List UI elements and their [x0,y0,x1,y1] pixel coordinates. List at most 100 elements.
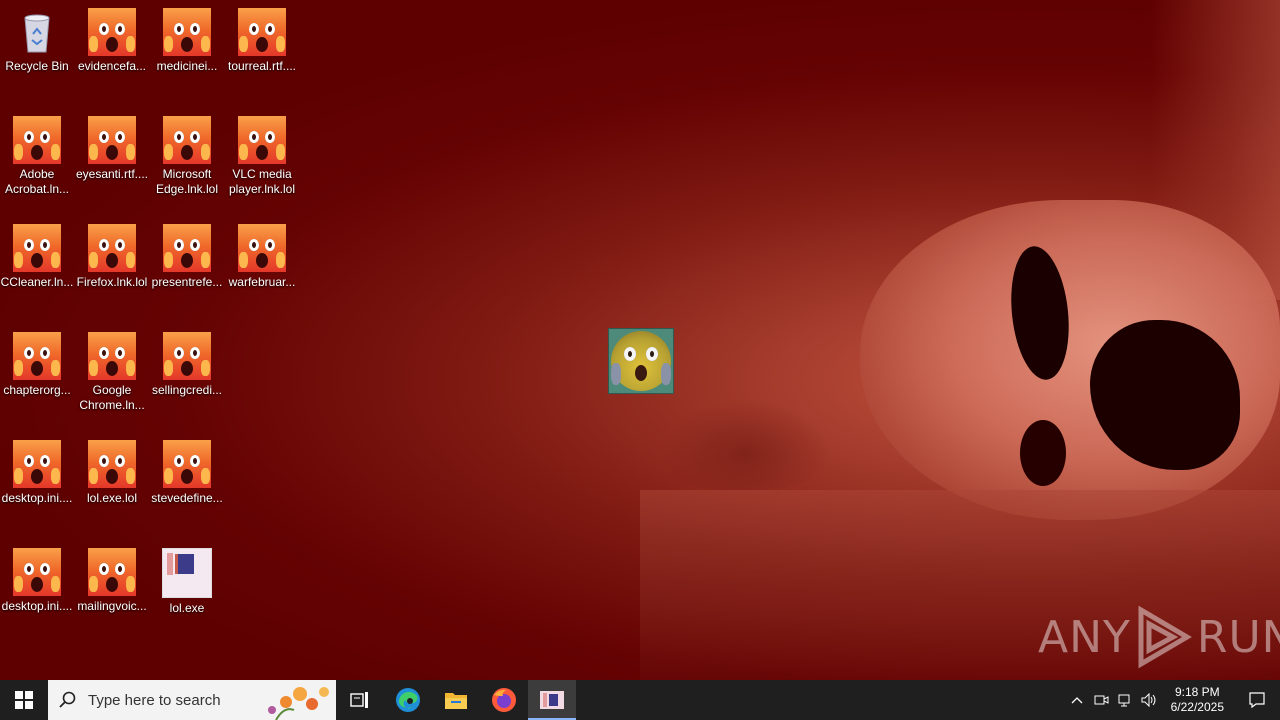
firefox-icon [492,688,516,712]
screaming-face-icon [163,440,211,488]
taskbar-app-edge[interactable] [384,680,432,720]
desktop-icon-label: VLC media player.lnk.lol [228,167,296,196]
watermark-right-text: RUN [1196,611,1280,663]
screaming-face-icon [238,224,286,272]
search-placeholder: Type here to search [88,691,221,709]
desktop-icon-file[interactable]: Firefox.lnk.lol [75,218,149,290]
play-triangle-icon [1138,606,1192,668]
desktop-icon-label: chapterorg... [3,383,71,397]
screaming-face-icon [13,440,61,488]
action-center-button[interactable] [1234,680,1280,720]
screaming-face-icon [13,224,61,272]
desktop-icon-label: lol.exe.lol [86,491,138,505]
screaming-face-icon [163,116,211,164]
screaming-face-icon [163,8,211,56]
taskbar-app-file-explorer[interactable] [432,680,480,720]
taskbar-app-lol-exe[interactable] [528,680,576,720]
desktop-icon-label: mailingvoic... [77,599,147,613]
wallpaper-hand [660,400,830,490]
desktop-icon-file[interactable]: Adobe Acrobat.ln... [0,110,74,197]
file-explorer-icon [445,693,467,709]
screaming-face-icon [88,332,136,380]
wallpaper-eye [1020,420,1066,486]
floating-screaming-face-window[interactable] [608,328,674,394]
tray-volume[interactable] [1137,680,1161,720]
tray-network[interactable] [1113,680,1137,720]
desktop-icon-label: tourreal.rtf.... [227,59,297,73]
desktop-icon-file[interactable]: stevedefine... [150,434,224,506]
desktop-icon-label: sellingcredi... [151,383,223,397]
screaming-face-icon [88,8,136,56]
start-button[interactable] [0,680,48,720]
desktop-icon-file[interactable]: Microsoft Edge.lnk.lol [150,110,224,197]
screaming-face-icon [238,116,286,164]
taskbar-search-box[interactable]: Type here to search [48,680,336,720]
screaming-face-icon [88,548,136,596]
clock-date: 6/22/2025 [1170,700,1224,714]
exe-application-icon [162,548,212,598]
anyrun-watermark: ANY RUN [1038,606,1280,668]
taskbar: Type here to search 9:18 PM 6/22/2025 [0,680,1280,720]
edge-icon [396,688,420,712]
desktop-icon-file[interactable]: presentrefe... [150,218,224,290]
task-view-icon [350,692,368,708]
chevron-up-icon [1071,697,1083,704]
screaming-face-icon [88,224,136,272]
screaming-face-icon [163,332,211,380]
show-hidden-icons-button[interactable] [1065,680,1089,720]
screaming-face-icon [13,332,61,380]
desktop-icon-file[interactable]: chapterorg... [0,326,74,398]
network-icon [1118,694,1130,707]
desktop-icon-file[interactable]: lol.exe.lol [75,434,149,506]
screaming-face-icon [88,116,136,164]
desktop-icon-recycle-bin[interactable]: Recycle Bin [0,2,74,74]
desktop-icon-label: Firefox.lnk.lol [76,275,148,289]
desktop-icon-label: Microsoft Edge.lnk.lol [155,167,219,196]
desktop-icon-label: presentrefe... [151,275,223,289]
desktop-icon-label: Recycle Bin [5,59,69,73]
task-view-button[interactable] [336,680,384,720]
desktop-icon-file[interactable]: desktop.ini.... [0,542,74,614]
watermark-left-text: ANY [1038,611,1131,663]
desktop-icon-label: desktop.ini.... [1,491,73,505]
desktop-icon-label: lol.exe [169,601,205,615]
desktop-icon-file[interactable]: medicinei... [150,2,224,74]
desktop-icon-label: warfebruar... [228,275,296,289]
desktop-icon-label: evidencefa... [77,59,147,73]
search-highlight-flowers-icon [268,687,329,720]
screaming-face-icon [163,224,211,272]
desktop-icon-label: eyesanti.rtf.... [75,167,149,181]
desktop-icon-file[interactable]: mailingvoic... [75,542,149,614]
desktop-icon-label: stevedefine... [151,491,223,505]
desktop-icon-file[interactable]: VLC media player.lnk.lol [225,110,299,197]
desktop-icon-file[interactable]: warfebruar... [225,218,299,290]
desktop-icon-file[interactable]: tourreal.rtf.... [225,2,299,74]
taskbar-clock[interactable]: 9:18 PM 6/22/2025 [1161,685,1234,715]
desktop-icon-file[interactable]: sellingcredi... [150,326,224,398]
desktop-icon-label: desktop.ini.... [1,599,73,613]
screaming-face-icon [13,548,61,596]
taskbar-app-firefox[interactable] [480,680,528,720]
desktop-icon-file[interactable]: evidencefa... [75,2,149,74]
tray-meet-now[interactable] [1089,680,1113,720]
desktop-icon-lol-exe[interactable]: lol.exe [150,542,224,616]
desktop-icon-label: CCleaner.ln... [0,275,74,289]
lol-exe-icon [540,691,564,709]
screaming-face-icon [238,8,286,56]
desktop-icon-file[interactable]: CCleaner.ln... [0,218,74,290]
search-icon [48,691,88,709]
meet-now-icon [1094,695,1109,705]
desktop-icon-file[interactable]: desktop.ini.... [0,434,74,506]
screaming-face-icon [88,440,136,488]
desktop-icon-file[interactable]: eyesanti.rtf.... [75,110,149,182]
volume-icon [1141,692,1156,708]
recycle-bin-icon [13,8,61,56]
notification-icon [1249,692,1265,709]
clock-time: 9:18 PM [1174,685,1220,699]
desktop-icon-file[interactable]: Google Chrome.ln... [75,326,149,413]
system-tray: 9:18 PM 6/22/2025 [1065,680,1280,720]
windows-logo-icon [15,691,33,709]
screaming-face-icon [13,116,61,164]
desktop-icon-label: Google Chrome.ln... [79,383,145,412]
desktop-icon-label: Adobe Acrobat.ln... [4,167,70,196]
